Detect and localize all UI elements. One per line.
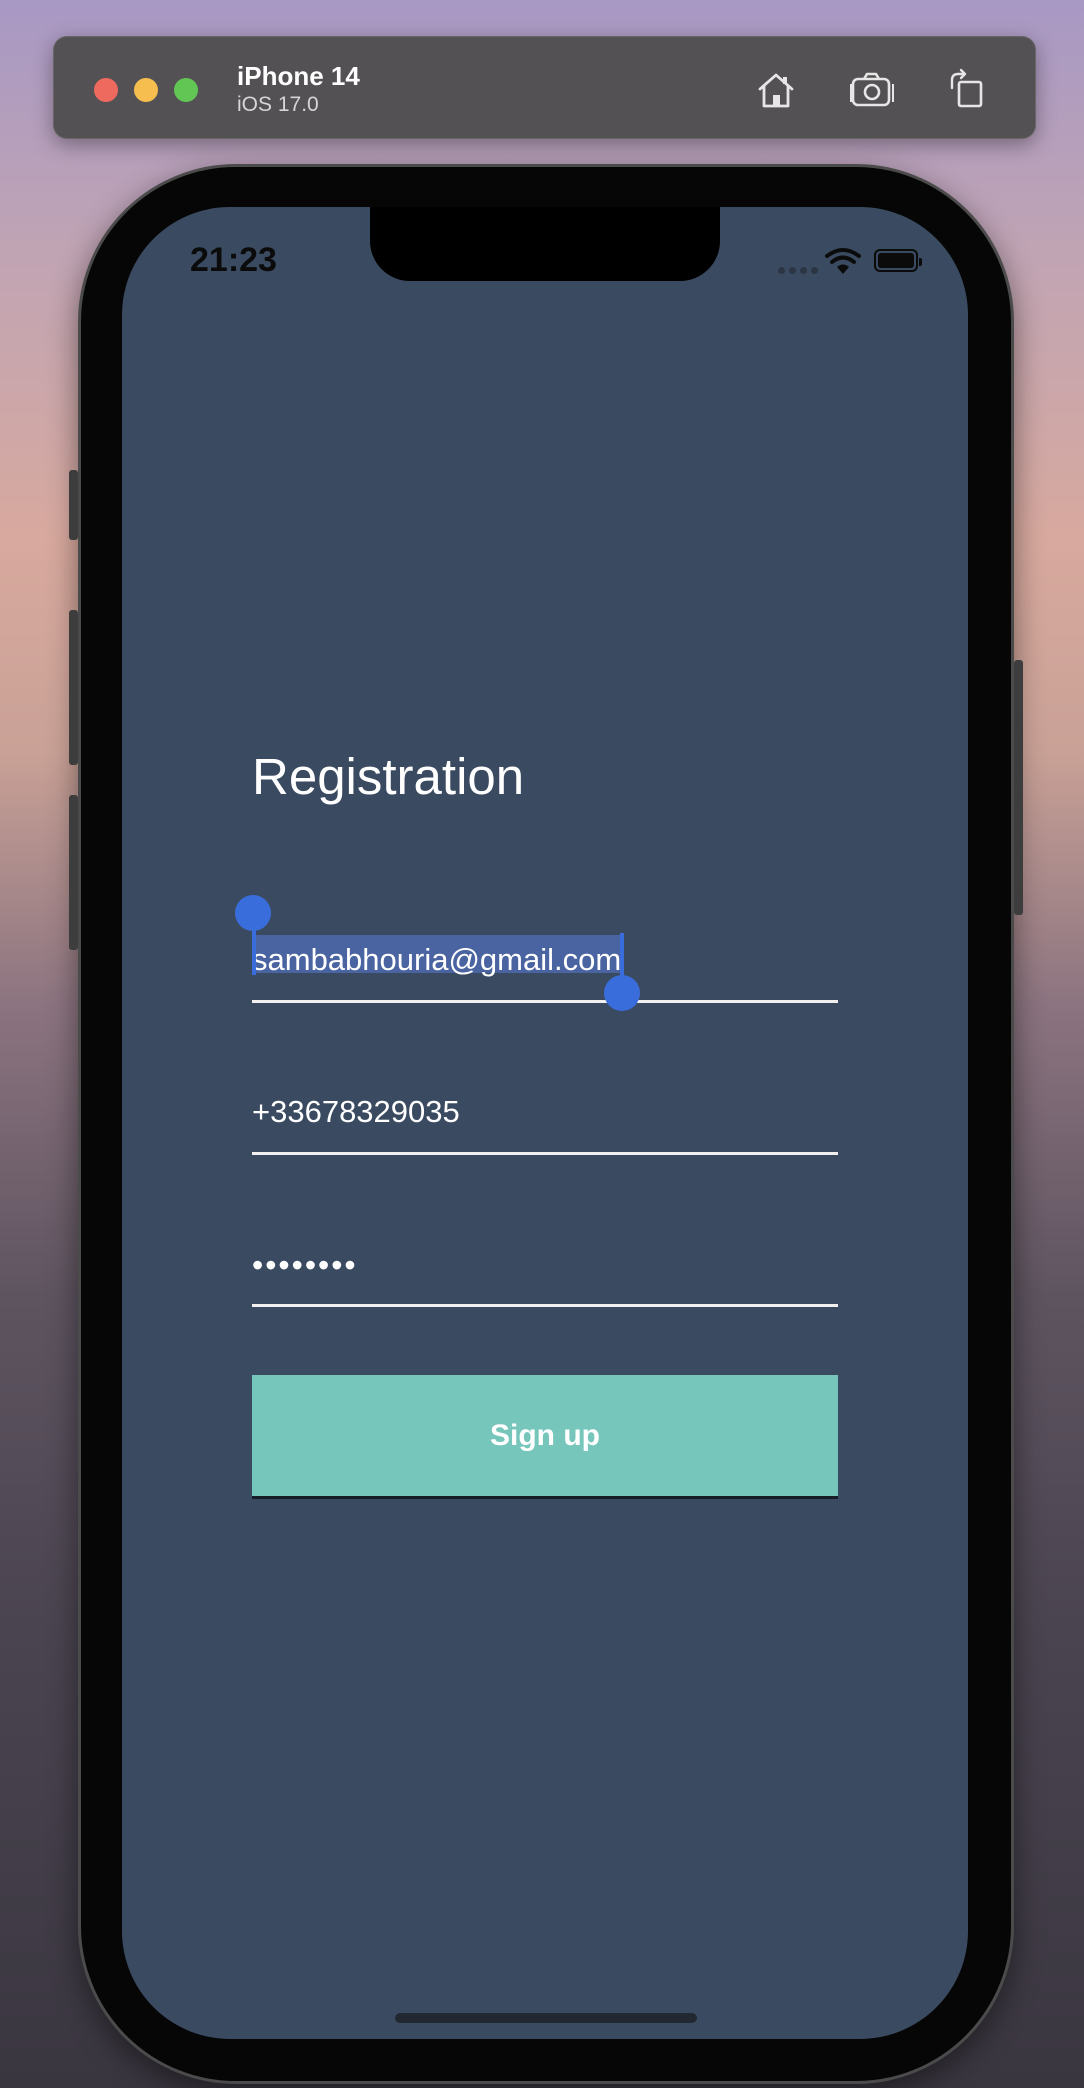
selection-end-caret xyxy=(620,933,624,979)
home-indicator[interactable] xyxy=(395,2013,697,2023)
device-name: iPhone 14 xyxy=(237,61,360,91)
email-field[interactable]: sambabhouria@gmail.com xyxy=(235,895,838,1011)
password-field[interactable]: •••••••• xyxy=(252,1231,838,1307)
power-button xyxy=(1014,660,1023,915)
volume-up-button xyxy=(69,610,78,765)
screenshot-button[interactable] xyxy=(847,65,897,115)
phone-field[interactable]: +33678329035 xyxy=(252,1079,838,1155)
selection-start-handle[interactable] xyxy=(235,895,271,931)
mute-switch xyxy=(69,470,78,540)
rotate-button[interactable] xyxy=(942,65,992,115)
email-value[interactable]: sambabhouria@gmail.com xyxy=(252,942,621,978)
selection-start-caret xyxy=(252,927,256,975)
home-button[interactable] xyxy=(751,65,801,115)
home-icon xyxy=(758,73,794,108)
wifi-icon xyxy=(825,248,861,274)
phone-value[interactable]: +33678329035 xyxy=(252,1094,460,1130)
rotate-icon xyxy=(950,68,983,108)
selection-end-handle[interactable] xyxy=(604,975,640,1011)
battery-icon xyxy=(874,249,922,272)
app-screen: 21:23 Registration sambabhouria@gmail.co… xyxy=(122,207,968,2039)
os-version: iOS 17.0 xyxy=(237,93,319,116)
simulator-title-bar: iPhone 14 iOS 17.0 xyxy=(53,36,1036,139)
cellular-signal-icon xyxy=(778,267,818,274)
minimize-window-button[interactable] xyxy=(134,78,158,102)
zoom-window-button[interactable] xyxy=(174,78,198,102)
status-time: 21:23 xyxy=(190,241,277,279)
close-window-button[interactable] xyxy=(94,78,118,102)
signup-button[interactable]: Sign up xyxy=(252,1375,838,1499)
password-value[interactable]: •••••••• xyxy=(252,1247,358,1284)
screenshot-icon xyxy=(850,72,894,107)
volume-down-button xyxy=(69,795,78,950)
notch xyxy=(370,207,720,281)
page-title: Registration xyxy=(252,748,525,805)
